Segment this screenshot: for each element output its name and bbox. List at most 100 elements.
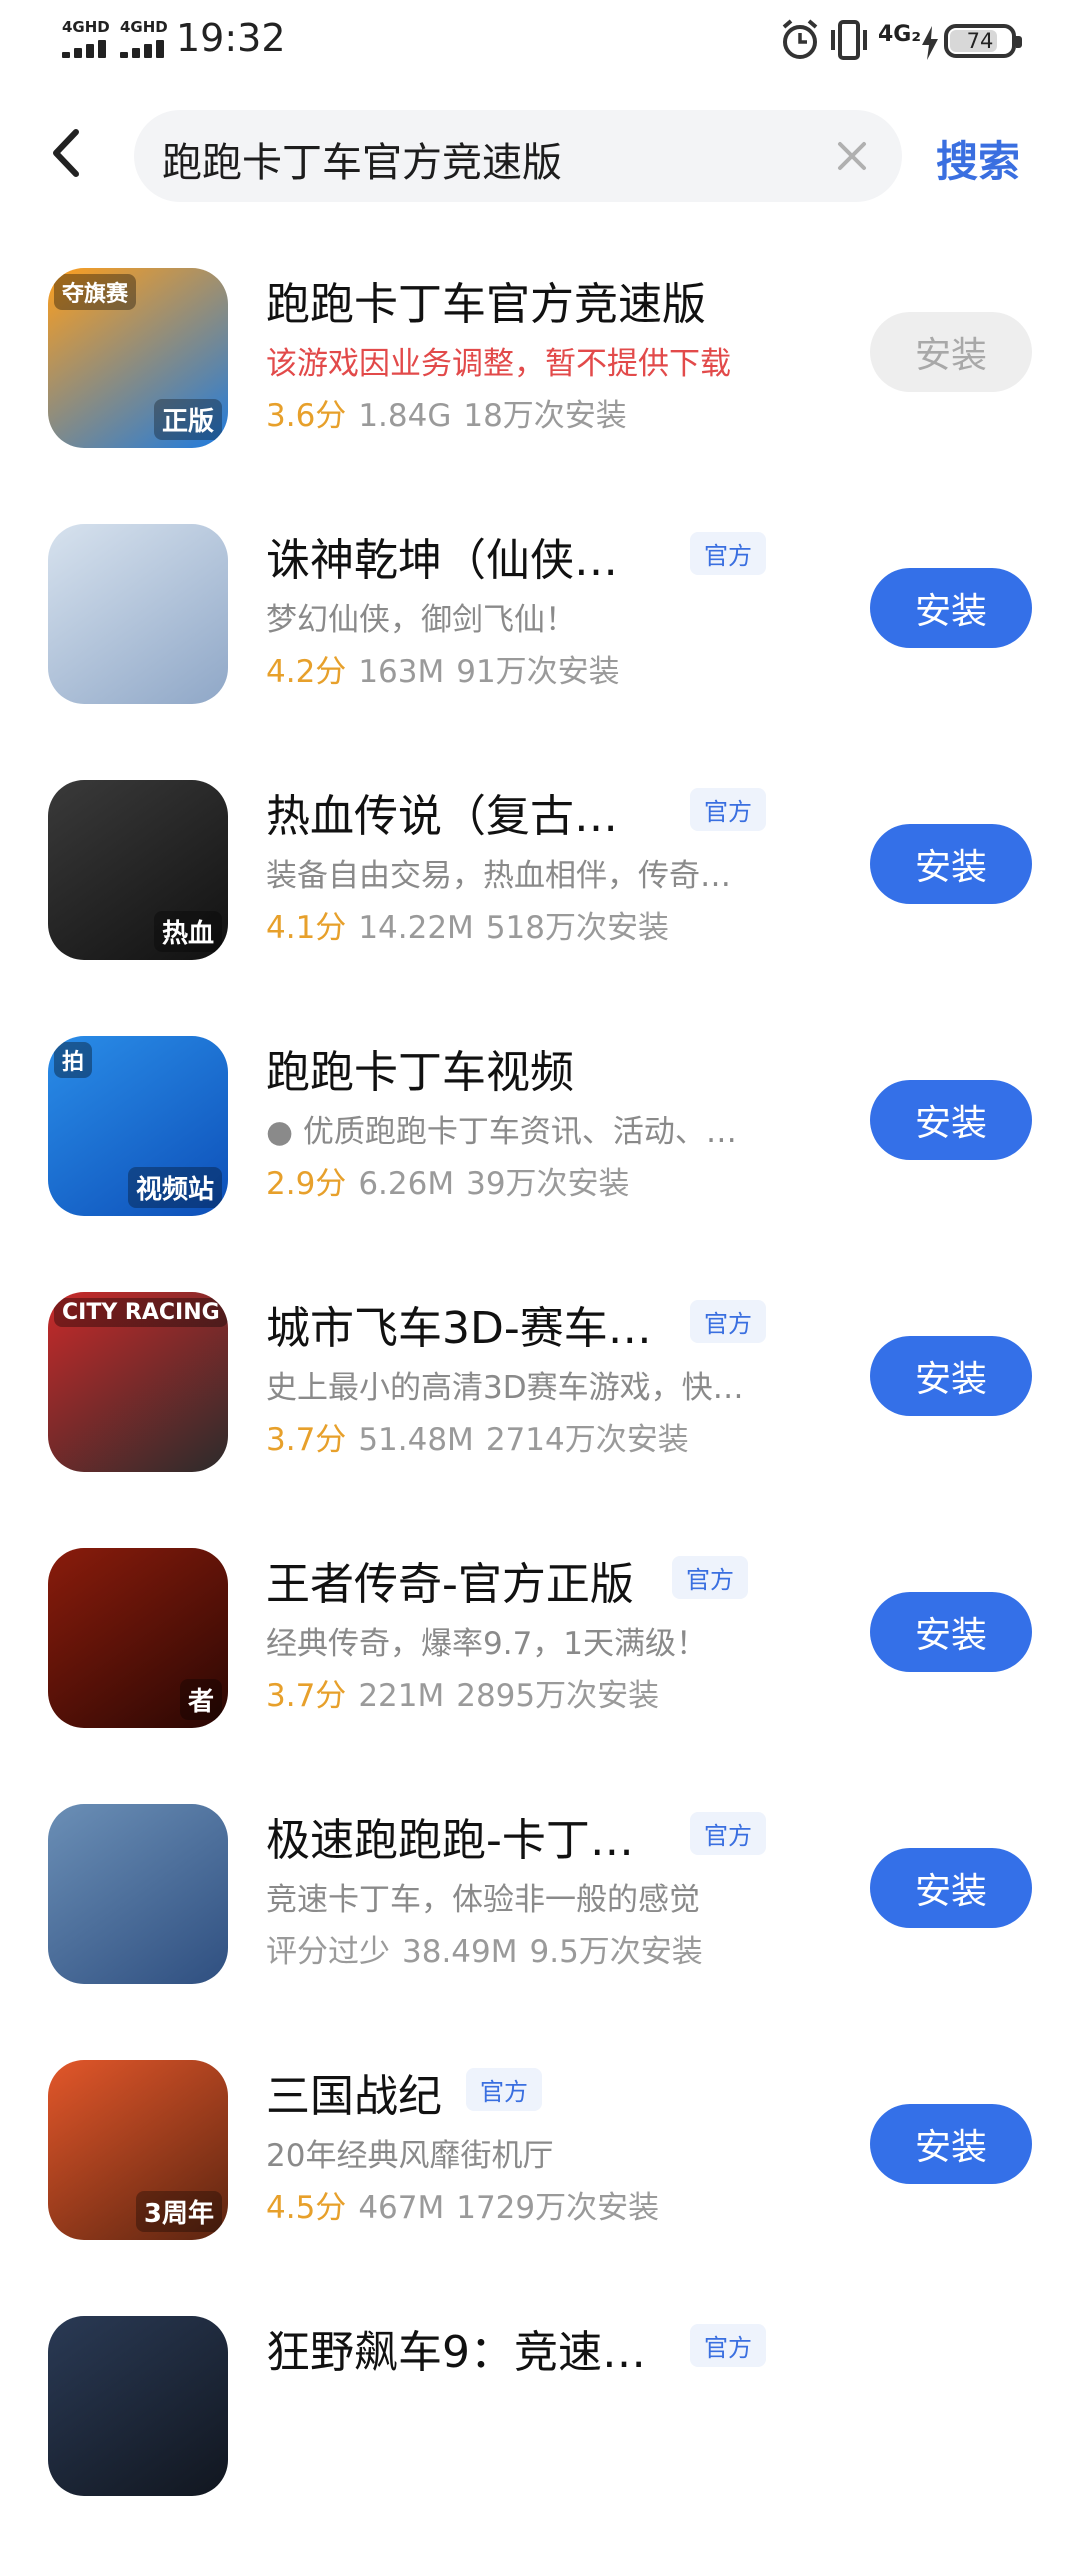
app-rating: 3.7分 (266, 1422, 347, 1458)
app-icon-badge-text: 拍 (54, 1042, 93, 1078)
app-icon[interactable] (48, 2316, 228, 2496)
back-button[interactable] (40, 118, 96, 188)
install-button[interactable]: 安装 (870, 1848, 1032, 1928)
app-meta: 3.6分 1.84G 18万次安装 (266, 390, 639, 435)
app-description: 梦幻仙侠，御剑飞仙！ (266, 602, 576, 638)
app-icon[interactable] (48, 524, 228, 704)
signal-1-icon: 4GHD (60, 18, 118, 58)
app-description: 史上最小的高清3D赛车游戏，快… (266, 1370, 744, 1406)
install-button[interactable]: 安装 (870, 1080, 1032, 1160)
app-install-count: 2714万次安装 (485, 1422, 689, 1458)
install-button[interactable]: 安装 (870, 312, 1032, 392)
app-meta: 4.5分 467M 1729万次安装 (266, 2182, 671, 2227)
app-name[interactable]: 热血传说（复古… (266, 780, 618, 844)
official-badge: 官方 (690, 2324, 766, 2367)
app-icon[interactable]: 夺旗赛正版 (48, 268, 228, 448)
app-meta: 2.9分 6.26M 39万次安装 (266, 1158, 642, 1203)
app-icon-corner-text: 热血 (153, 911, 222, 952)
install-button[interactable]: 安装 (870, 2104, 1032, 2184)
app-name[interactable]: 诛神乾坤（仙侠… (266, 524, 618, 588)
app-icon[interactable]: CITY RACING (48, 1292, 228, 1472)
search-input[interactable]: 跑跑卡丁车官方竞速版 (162, 130, 562, 188)
app-install-count: 18万次安装 (463, 398, 627, 434)
official-badge: 官方 (466, 2068, 542, 2111)
app-name[interactable]: 极速跑跑跑-卡丁… (266, 1804, 634, 1868)
app-install-count: 518万次安装 (485, 910, 669, 946)
app-rating: 4.2分 (266, 654, 347, 690)
app-icon[interactable] (48, 1804, 228, 1984)
app-rating: 4.1分 (266, 910, 347, 946)
app-size: 467M (358, 2190, 445, 2226)
app-icon[interactable]: 3周年 (48, 2060, 228, 2240)
app-icon-corner-text: 3周年 (135, 2191, 222, 2232)
app-description: 该游戏因业务调整，暂不提供下载 (266, 346, 731, 382)
official-badge: 官方 (690, 1300, 766, 1343)
app-install-count: 2895万次安装 (456, 1678, 660, 1714)
app-rating: 2.9分 (266, 1166, 347, 1202)
app-install-count: 39万次安装 (466, 1166, 630, 1202)
app-description: ● 优质跑跑卡丁车资讯、活动、… (266, 1114, 737, 1150)
app-name[interactable]: 王者传奇-官方正版 (266, 1548, 634, 1612)
app-rating: 4.5分 (266, 2190, 347, 2226)
app-icon-badge-text: CITY RACING (54, 1298, 228, 1327)
app-size: 221M (358, 1678, 445, 1714)
network-type-label: 4GHD (120, 18, 168, 36)
network-type-label: 4GHD (62, 18, 110, 36)
app-install-count: 9.5万次安装 (529, 1934, 703, 1970)
status-time: 19:32 (176, 16, 286, 60)
app-list-item[interactable]: 夺旗赛 正版 跑跑卡丁车官方竞速版 该游戏因业务调整，暂不提供下载 3.6分 1.84G 1… (0, 258, 1080, 513)
search-button[interactable]: 搜索 (936, 128, 1020, 189)
app-description: 装备自由交易，热血相伴，传奇… (266, 858, 731, 894)
charging-icon (922, 26, 938, 60)
signal-2-icon: 4GHD (118, 18, 176, 58)
app-name[interactable]: 狂野飙车9：竞速… (266, 2316, 646, 2380)
alarm-icon (782, 19, 818, 59)
app-install-count: 91万次安装 (456, 654, 620, 690)
app-icon[interactable]: 拍视频站 (48, 1036, 228, 1216)
app-rating: 3.7分 (266, 1678, 347, 1714)
app-list-item[interactable]: 狂野飙车9：竞速… 官方 (0, 2306, 1080, 2561)
app-icon-badge-text: 夺旗赛 (54, 274, 137, 310)
app-meta: 4.1分 14.22M 518万次安装 (266, 902, 681, 947)
official-badge: 官方 (690, 1812, 766, 1855)
chevron-left-icon (53, 129, 79, 177)
app-meta: 3.7分 51.48M 2714万次安装 (266, 1414, 701, 1459)
app-icon-corner-text: 视频站 (127, 1167, 222, 1208)
app-install-count: 1729万次安装 (456, 2190, 660, 2226)
install-button[interactable]: 安装 (870, 824, 1032, 904)
app-list-item[interactable]: 热血 热血传说（复古… 官方 装备自由交易，热血相伴，传奇… 4.1分 14.22M 518… (0, 770, 1080, 1025)
app-list-item[interactable]: 者 王者传奇-官方正版 官方 经典传奇，爆率9.7，1天满级！ 3.7分 221M 2895… (0, 1538, 1080, 1793)
search-box[interactable]: 跑跑卡丁车官方竞速版 (134, 110, 902, 202)
app-size: 38.49M (402, 1934, 518, 1970)
install-button[interactable]: 安装 (870, 1592, 1032, 1672)
app-name[interactable]: 跑跑卡丁车官方竞速版 (266, 268, 706, 332)
battery-level: 74 (966, 29, 994, 53)
app-icon[interactable]: 者 (48, 1548, 228, 1728)
app-list-item[interactable]: 拍视频站 跑跑卡丁车视频 ● 优质跑跑卡丁车资讯、活动、… 2.9分 6.26M 39万次… (0, 1026, 1080, 1281)
network-type-4g-label: 4G₂ (878, 22, 922, 47)
app-list-item[interactable]: CITY RACING 城市飞车3D-赛车… 官方史上最小的高清3D赛车游戏，快… 3… (0, 1282, 1080, 1537)
install-button[interactable]: 安装 (870, 568, 1032, 648)
app-size: 14.22M (358, 910, 474, 946)
app-list-item[interactable]: 诛神乾坤（仙侠… 官方 梦幻仙侠，御剑飞仙！ 4.2分 163M 91万次安装 安装 (0, 514, 1080, 769)
app-icon-corner-text: 正版 (153, 399, 222, 440)
app-list-item[interactable]: 3周年 三国战纪 官方 20年经典风靡街机厅 4.5分 467M 1729万次安装 安装 (0, 2050, 1080, 2305)
app-rating: 评分过少 (266, 1934, 390, 1970)
clear-icon[interactable] (830, 134, 874, 178)
app-list-item[interactable]: 极速跑跑跑-卡丁… 官方竞速卡丁车，体验非一般的感觉 评分过少 38.49M 9.5万次… (0, 1794, 1080, 2049)
official-badge: 官方 (690, 532, 766, 575)
app-description: 竞速卡丁车，体验非一般的感觉 (266, 1882, 700, 1918)
app-meta: 3.7分 221M 2895万次安装 (266, 1670, 671, 1715)
app-icon-corner-text: 者 (179, 1679, 222, 1720)
app-rating: 3.6分 (266, 398, 347, 434)
app-size: 1.84G (358, 398, 452, 434)
vibrate-icon (831, 20, 867, 60)
official-badge: 官方 (672, 1556, 748, 1599)
app-name[interactable]: 城市飞车3D-赛车… (266, 1292, 652, 1356)
app-size: 6.26M (358, 1166, 455, 1202)
install-button[interactable]: 安装 (870, 1336, 1032, 1416)
app-description: 20年经典风靡街机厅 (266, 2138, 554, 2174)
app-name[interactable]: 跑跑卡丁车视频 (266, 1036, 574, 1100)
app-icon[interactable]: 热血 (48, 780, 228, 960)
app-name[interactable]: 三国战纪 (266, 2060, 442, 2124)
